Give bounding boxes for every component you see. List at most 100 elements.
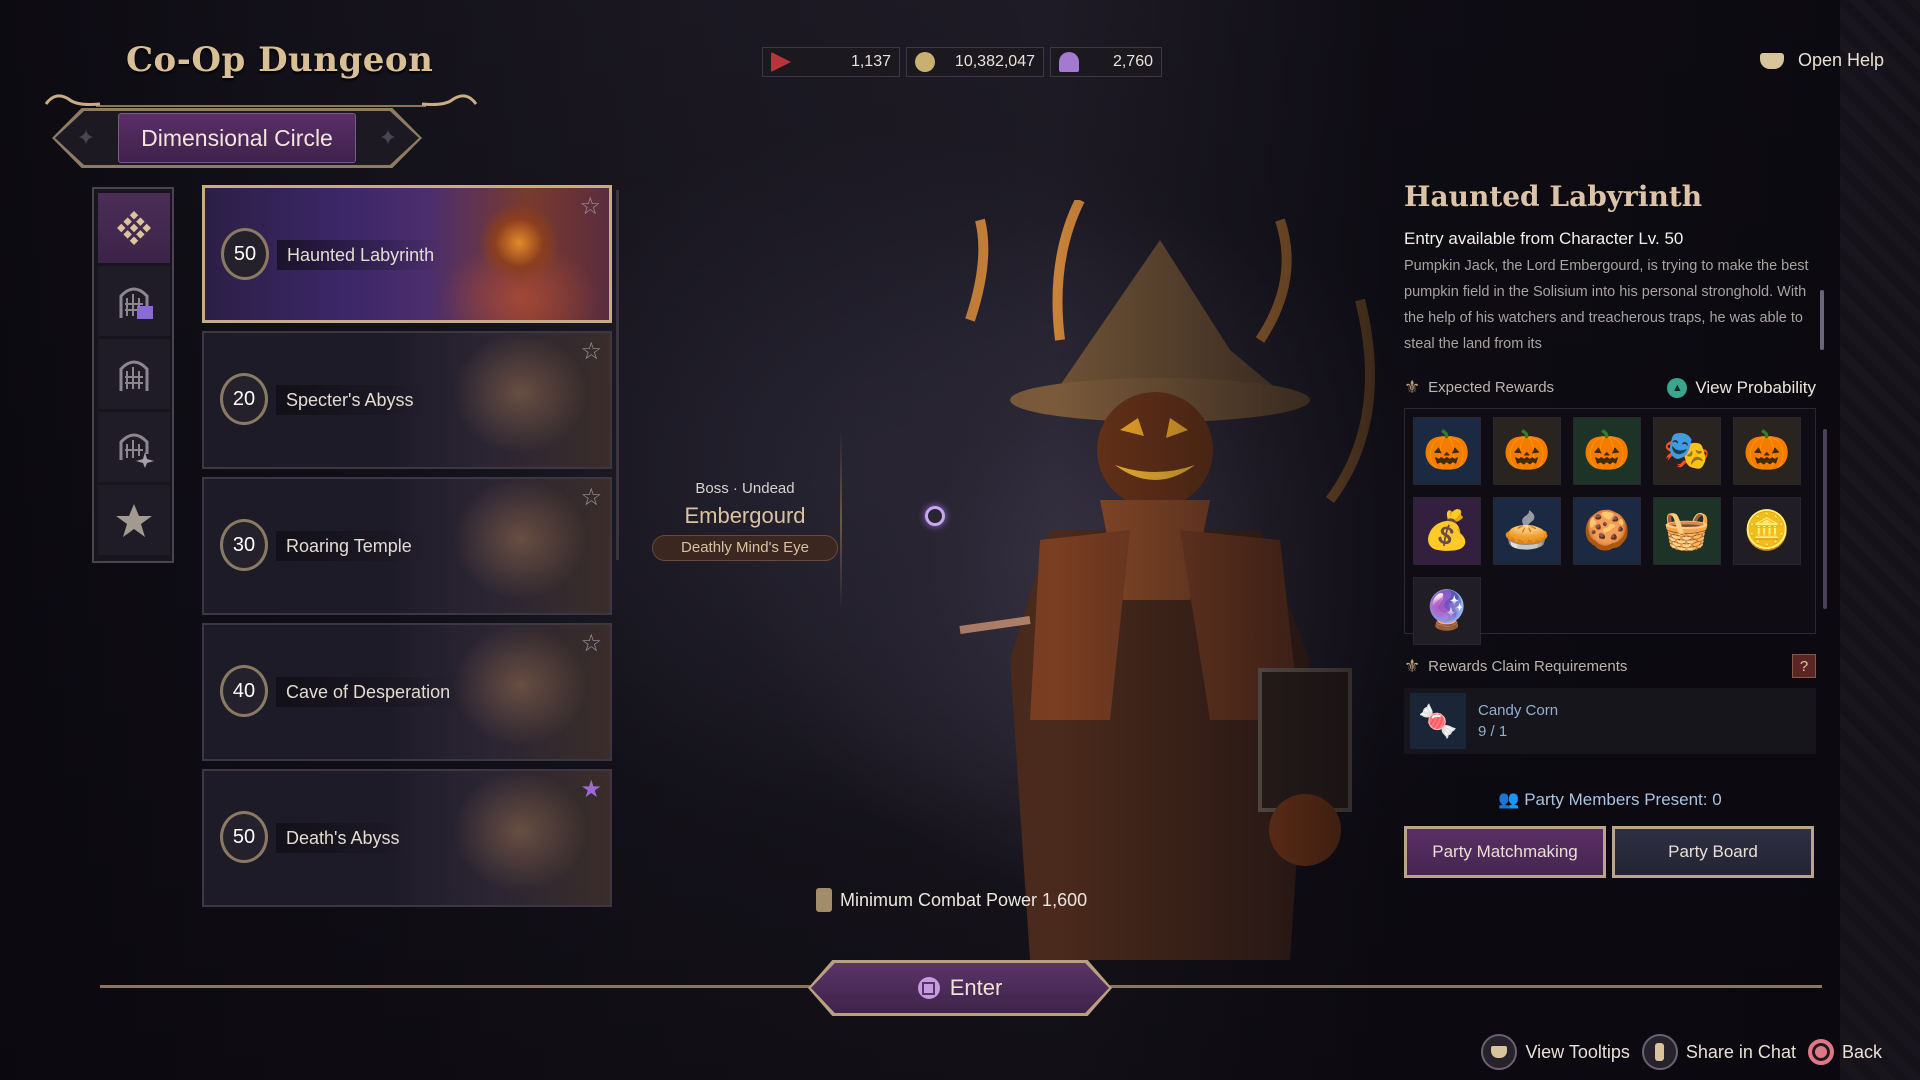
dungeon-name: Specter's Abyss xyxy=(276,385,424,415)
dungeon-card[interactable]: 50 Death's Abyss ★ xyxy=(202,769,612,907)
combat-power-requirement: Minimum Combat Power 1,600 xyxy=(816,888,1087,912)
cursor-icon xyxy=(925,506,945,526)
sidebar-item-scheduled[interactable] xyxy=(98,266,170,336)
rewards-header: ⚜ Expected Rewards ▲ View Probability xyxy=(1404,377,1816,398)
treasure-chest-icon[interactable]: 🪙 xyxy=(1733,497,1801,565)
dungeon-list-scrollbar[interactable] xyxy=(616,190,619,560)
plague-mask-icon[interactable]: 🎭 xyxy=(1653,417,1721,485)
sidebar-item-all[interactable] xyxy=(98,193,170,263)
party-members-present: 👥 Party Members Present: 0 xyxy=(1498,790,1722,809)
divider-right xyxy=(1110,985,1822,988)
hooded-figure-icon xyxy=(1059,52,1079,72)
dungeon-card[interactable]: 40 Cave of Desperation ☆ xyxy=(202,623,612,761)
square-button-icon xyxy=(917,977,940,999)
carved-pumpkin-icon[interactable]: 🎃 xyxy=(1493,417,1561,485)
favorite-star-icon[interactable]: ☆ xyxy=(580,337,602,366)
grid-diamond-icon xyxy=(117,211,151,245)
touchpad-icon xyxy=(1481,1034,1518,1070)
favorite-star-icon[interactable]: ☆ xyxy=(580,483,602,512)
level-badge: 50 xyxy=(217,224,273,284)
level-badge: 30 xyxy=(216,515,272,575)
favorite-star-icon[interactable]: ☆ xyxy=(580,629,602,658)
boss-info-divider xyxy=(840,430,842,610)
entry-requirement: Entry available from Character Lv. 50 xyxy=(1404,229,1684,248)
back-button[interactable]: Back xyxy=(1807,1039,1882,1065)
subtab-label: Dimensional Circle xyxy=(118,113,356,163)
gate-icon xyxy=(119,360,149,391)
dungeon-title: Haunted Labyrinth xyxy=(1404,180,1703,213)
level-badge: 20 xyxy=(216,369,272,429)
touchpad-icon xyxy=(1759,52,1784,69)
dungeon-name: Cave of Desperation xyxy=(276,677,461,707)
gift-sack-icon[interactable]: 💰 xyxy=(1413,497,1481,565)
favorite-star-icon[interactable]: ☆ xyxy=(579,192,601,221)
fleur-de-lis-icon: ⚜ xyxy=(1404,655,1421,676)
dungeon-list: 50 Haunted Labyrinth ☆ 20 Specter's Abyss ☆ 30… xyxy=(202,185,612,915)
view-probability-button[interactable]: ▲ View Probability xyxy=(1667,377,1816,398)
boss-info: Boss · Undead Embergourd Deathly Mind's … xyxy=(650,480,840,561)
sidebar-item-special[interactable] xyxy=(98,412,170,482)
jack-o-lantern-icon[interactable]: 🎃 xyxy=(1413,417,1481,485)
party-matchmaking-button[interactable]: Party Matchmaking xyxy=(1404,826,1606,878)
help-question-icon[interactable]: ? xyxy=(1792,654,1816,678)
boss-name: Embergourd xyxy=(684,503,806,528)
star-icon xyxy=(116,504,152,537)
requirement-item[interactable]: 🍬 Candy Corn 9 / 1 xyxy=(1404,688,1816,754)
fleur-de-lis-icon: ⚜ xyxy=(1404,377,1421,397)
footer-controls: View Tooltips Share in Chat Back xyxy=(1481,1034,1882,1070)
dungeon-card[interactable]: 50 Haunted Labyrinth ☆ xyxy=(202,185,612,323)
favorite-star-icon[interactable]: ★ xyxy=(580,775,602,804)
dungeon-description: Pumpkin Jack, the Lord Embergourd, is tr… xyxy=(1404,258,1809,352)
spider-pie-icon[interactable]: 🍪 xyxy=(1573,497,1641,565)
pumpkin-house-icon[interactable]: 🎃 xyxy=(1573,417,1641,485)
category-sidebar xyxy=(92,187,174,563)
subtab-selector[interactable]: ✦ Dimensional Circle ✦ xyxy=(52,108,422,168)
divider-left xyxy=(100,985,810,988)
sidebar-item-gate[interactable] xyxy=(98,339,170,409)
circle-button-icon xyxy=(1807,1039,1834,1065)
requirements-header: ⚜ Rewards Claim Requirements ? xyxy=(1404,654,1816,678)
sidebar-item-favorites[interactable] xyxy=(98,485,170,555)
dungeon-name: Haunted Labyrinth xyxy=(277,240,445,270)
dungeon-details-panel: Haunted Labyrinth Entry available from C… xyxy=(1404,180,1827,878)
party-board-button[interactable]: Party Board xyxy=(1612,826,1814,878)
pumpkin-pie-icon[interactable]: 🥧 xyxy=(1493,497,1561,565)
dungeon-name: Roaring Temple xyxy=(276,531,422,561)
prev-tab-icon[interactable]: ✦ xyxy=(74,126,98,150)
currency-bar: 1,137 10,382,047 2,760 xyxy=(762,47,1162,77)
dungeon-card[interactable]: 30 Roaring Temple ☆ xyxy=(202,477,612,615)
requirement-count: 9 / 1 xyxy=(1478,723,1508,740)
fruit-basket-icon[interactable]: 🧺 xyxy=(1653,497,1721,565)
share-icon xyxy=(1641,1034,1678,1070)
description-scrollbar[interactable] xyxy=(1820,290,1824,350)
requirement-name: Candy Corn xyxy=(1478,702,1559,719)
level-badge: 40 xyxy=(216,661,272,721)
gate-sparkle-icon xyxy=(119,433,154,468)
rewards-grid: 🎃 🎃 🎃 🎭 🎃 💰 🥧 🍪 🧺 🪙 🔮 xyxy=(1404,408,1827,645)
candy-corn-icon: 🍬 xyxy=(1410,693,1466,749)
open-help-button[interactable]: Open Help xyxy=(1759,50,1884,71)
currency-gem: 1,137 xyxy=(762,47,900,77)
gate-calendar-icon xyxy=(119,287,153,319)
enter-button[interactable]: Enter xyxy=(808,960,1112,1016)
combat-power-icon xyxy=(816,888,832,912)
gold-coin-icon xyxy=(915,52,935,72)
page-title: Co-Op Dungeon xyxy=(126,40,434,80)
share-in-chat-button[interactable]: Share in Chat xyxy=(1641,1034,1796,1070)
rewards-scrollbar[interactable] xyxy=(1823,429,1827,609)
currency-hood: 2,760 xyxy=(1050,47,1162,77)
decorative-border xyxy=(1840,0,1920,1080)
red-gem-icon xyxy=(771,52,791,72)
view-tooltips-button[interactable]: View Tooltips xyxy=(1481,1034,1630,1070)
dungeon-name: Death's Abyss xyxy=(276,823,410,853)
next-tab-icon[interactable]: ✦ xyxy=(376,126,400,150)
boss-trait-badge[interactable]: Deathly Mind's Eye xyxy=(652,535,838,561)
pink-token-icon[interactable]: 🔮 xyxy=(1413,577,1481,645)
dungeon-card[interactable]: 20 Specter's Abyss ☆ xyxy=(202,331,612,469)
currency-gold: 10,382,047 xyxy=(906,47,1044,77)
angry-pumpkin-icon[interactable]: 🎃 xyxy=(1733,417,1801,485)
triangle-button-icon: ▲ xyxy=(1667,377,1688,398)
boss-type: Boss · Undead xyxy=(695,480,795,497)
party-icon: 👥 xyxy=(1498,790,1520,809)
level-badge: 50 xyxy=(216,807,272,867)
